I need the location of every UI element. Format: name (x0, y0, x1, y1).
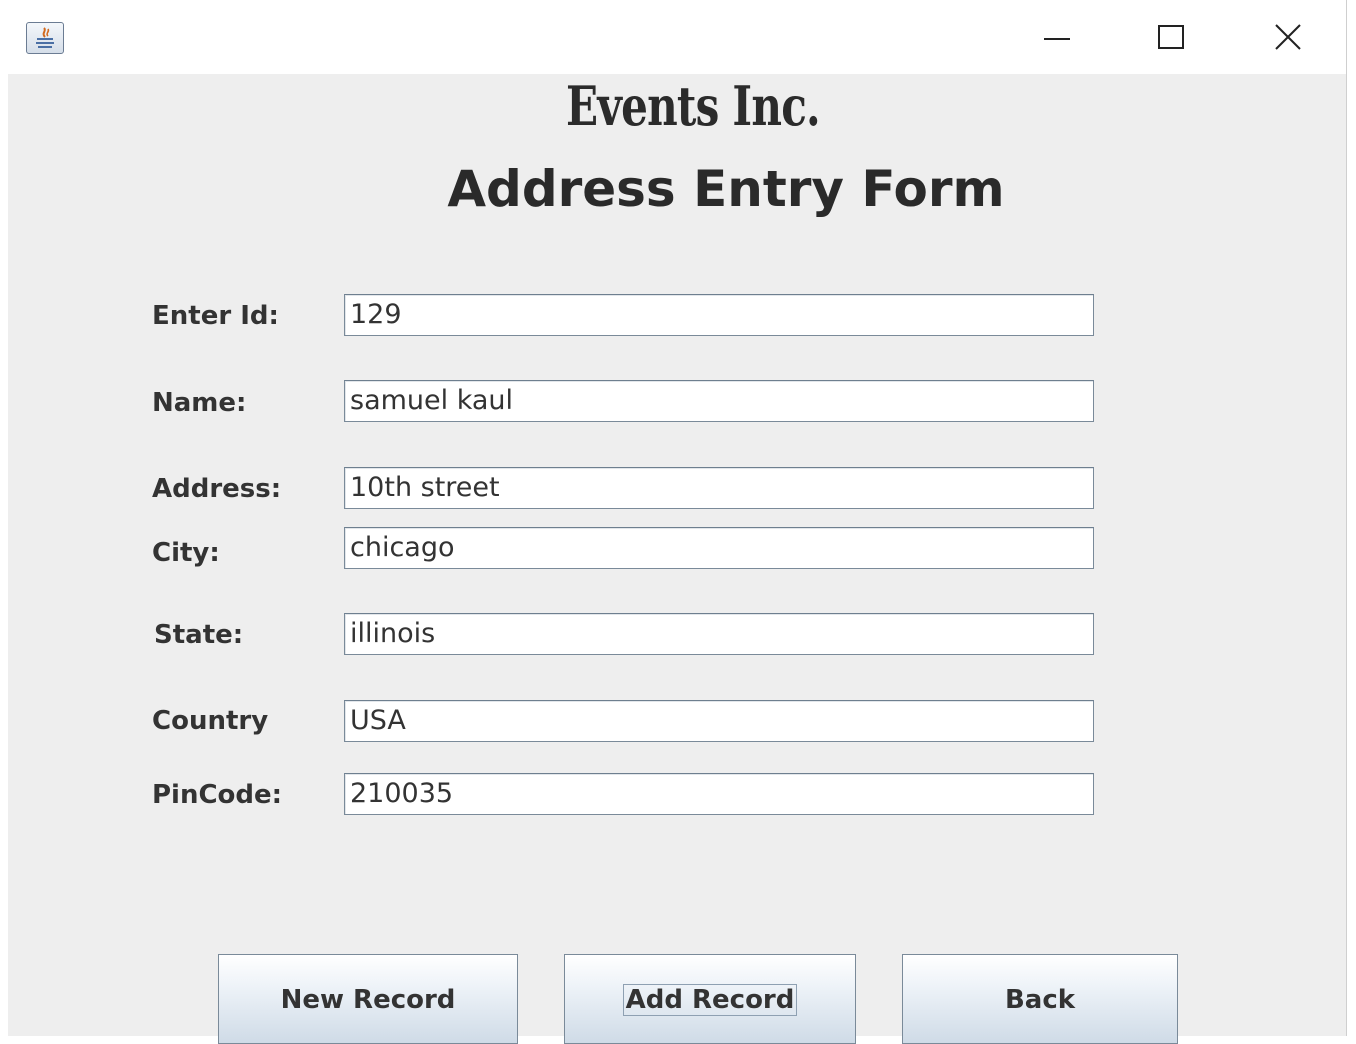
window-edge (1346, 0, 1356, 1036)
close-button[interactable] (1264, 14, 1314, 60)
label-city: City: (152, 538, 220, 568)
back-button[interactable]: Back (902, 954, 1178, 1044)
form-title: Address Entry Form (447, 160, 1005, 218)
label-enter-id: Enter Id: (152, 301, 279, 331)
state-field[interactable]: illinois (344, 613, 1094, 655)
label-pincode: PinCode: (152, 780, 283, 810)
java-icon[interactable] (26, 22, 64, 54)
id-field[interactable]: 129 (344, 294, 1094, 336)
label-state: State: (154, 620, 244, 650)
minimize-icon (1044, 38, 1070, 40)
brand-heading: Events Inc. (566, 74, 821, 138)
city-field[interactable]: chicago (344, 527, 1094, 569)
label-country: Country (152, 706, 269, 736)
country-field[interactable]: USA (344, 700, 1094, 742)
label-address: Address: (152, 474, 282, 504)
minimize-button[interactable] (1032, 14, 1082, 60)
address-field[interactable]: 10th street (344, 467, 1094, 509)
maximize-icon (1158, 25, 1184, 49)
pincode-field[interactable]: 210035 (344, 773, 1094, 815)
title-bar (0, 0, 1356, 74)
label-name: Name: (152, 388, 247, 418)
name-field[interactable]: samuel kaul (344, 380, 1094, 422)
maximize-button[interactable] (1146, 14, 1196, 60)
new-record-button[interactable]: New Record (218, 954, 518, 1044)
back-label: Back (1004, 985, 1076, 1015)
new-record-label: New Record (280, 985, 456, 1015)
add-record-button[interactable]: Add Record (564, 954, 856, 1044)
add-record-label: Add Record (622, 984, 798, 1016)
close-icon (1275, 24, 1301, 50)
